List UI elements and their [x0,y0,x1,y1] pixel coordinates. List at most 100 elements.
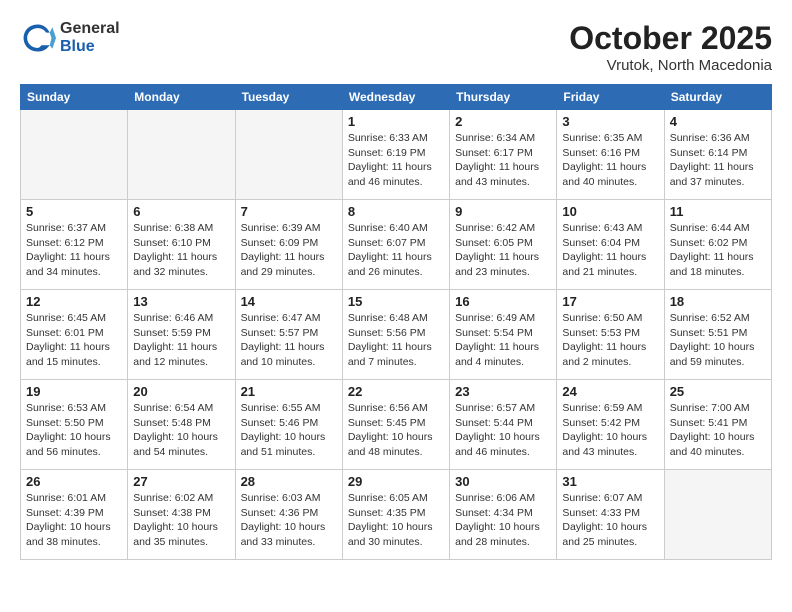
day-info: Sunrise: 6:57 AM Sunset: 5:44 PM Dayligh… [455,401,551,460]
weekday-header-sunday: Sunday [21,85,128,110]
day-cell: 25 Sunrise: 7:00 AM Sunset: 5:41 PM Dayli… [664,380,771,470]
day-info: Sunrise: 6:02 AM Sunset: 4:38 PM Dayligh… [133,491,229,550]
day-number: 4 [670,114,766,129]
title-block: October 2025 Vrutok, North Macedonia [569,20,772,74]
day-cell: 29Sunrise: 6:05 AM Sunset: 4:35 PM Dayli… [342,470,449,560]
day-info: Sunrise: 6:37 AM Sunset: 6:12 PM Dayligh… [26,221,122,280]
day-number: 7 [241,204,337,219]
day-number: 11 [670,204,766,219]
day-number: 12 [26,294,122,309]
day-info: Sunrise: 6:35 AM Sunset: 6:16 PM Dayligh… [562,131,658,190]
day-number: 14 [241,294,337,309]
day-cell: 23 Sunrise: 6:57 AM Sunset: 5:44 PM Dayli… [450,380,557,470]
day-cell: 15Sunrise: 6:48 AM Sunset: 5:56 PM Dayli… [342,290,449,380]
day-number: 10 [562,204,658,219]
week-row-4: 19Sunrise: 6:53 AM Sunset: 5:50 PM Dayli… [21,380,772,470]
day-info: Sunrise: 6:53 AM Sunset: 5:50 PM Dayligh… [26,401,122,460]
day-cell: 30Sunrise: 6:06 AM Sunset: 4:34 PM Dayli… [450,470,557,560]
day-cell: 12 Sunrise: 6:45 AM Sunset: 6:01 PM Dayli… [21,290,128,380]
day-cell: 14 Sunrise: 6:47 AM Sunset: 5:57 PM Dayli… [235,290,342,380]
day-number: 18 [670,294,766,309]
weekday-header-tuesday: Tuesday [235,85,342,110]
day-info: Sunrise: 6:33 AM Sunset: 6:19 PM Dayligh… [348,131,444,190]
day-info: Sunrise: 6:34 AM Sunset: 6:17 PM Dayligh… [455,131,551,190]
calendar-table: SundayMondayTuesdayWednesdayThursdayFrid… [20,84,772,560]
day-cell: 27Sunrise: 6:02 AM Sunset: 4:38 PM Dayli… [128,470,235,560]
day-cell: 28 Sunrise: 6:03 AM Sunset: 4:36 PM Dayli… [235,470,342,560]
day-cell: 26 Sunrise: 6:01 AM Sunset: 4:39 PM Dayli… [21,470,128,560]
day-number: 26 [26,474,122,489]
day-info: Sunrise: 6:38 AM Sunset: 6:10 PM Dayligh… [133,221,229,280]
day-cell: 9 Sunrise: 6:42 AM Sunset: 6:05 PM Daylig… [450,200,557,290]
day-number: 8 [348,204,444,219]
day-cell: 17 Sunrise: 6:50 AM Sunset: 5:53 PM Dayli… [557,290,664,380]
logo: General Blue [20,20,120,56]
day-number: 3 [562,114,658,129]
day-info: Sunrise: 6:47 AM Sunset: 5:57 PM Dayligh… [241,311,337,370]
day-number: 24 [562,384,658,399]
weekday-header-thursday: Thursday [450,85,557,110]
day-number: 23 [455,384,551,399]
day-info: Sunrise: 6:52 AM Sunset: 5:51 PM Dayligh… [670,311,766,370]
logo-text: General Blue [60,20,120,56]
day-info: Sunrise: 6:49 AM Sunset: 5:54 PM Dayligh… [455,311,551,370]
weekday-header-friday: Friday [557,85,664,110]
day-info: Sunrise: 6:05 AM Sunset: 4:35 PM Dayligh… [348,491,444,550]
day-info: Sunrise: 6:36 AM Sunset: 6:14 PM Dayligh… [670,131,766,190]
day-info: Sunrise: 6:44 AM Sunset: 6:02 PM Dayligh… [670,221,766,280]
day-number: 9 [455,204,551,219]
day-cell: 13 Sunrise: 6:46 AM Sunset: 5:59 PM Dayli… [128,290,235,380]
day-info: Sunrise: 6:43 AM Sunset: 6:04 PM Dayligh… [562,221,658,280]
day-number: 17 [562,294,658,309]
day-cell [235,110,342,200]
day-info: Sunrise: 6:45 AM Sunset: 6:01 PM Dayligh… [26,311,122,370]
month-title: October 2025 [569,20,772,57]
day-cell: 6Sunrise: 6:38 AM Sunset: 6:10 PM Daylig… [128,200,235,290]
day-number: 15 [348,294,444,309]
day-info: Sunrise: 6:50 AM Sunset: 5:53 PM Dayligh… [562,311,658,370]
day-info: Sunrise: 6:42 AM Sunset: 6:05 PM Dayligh… [455,221,551,280]
day-cell: 24 Sunrise: 6:59 AM Sunset: 5:42 PM Dayli… [557,380,664,470]
day-number: 20 [133,384,229,399]
day-cell: 16 Sunrise: 6:49 AM Sunset: 5:54 PM Dayli… [450,290,557,380]
day-info: Sunrise: 6:54 AM Sunset: 5:48 PM Dayligh… [133,401,229,460]
day-number: 21 [241,384,337,399]
day-cell [128,110,235,200]
day-cell [21,110,128,200]
week-row-2: 5 Sunrise: 6:37 AM Sunset: 6:12 PM Daylig… [21,200,772,290]
weekday-header-wednesday: Wednesday [342,85,449,110]
day-cell: 3 Sunrise: 6:35 AM Sunset: 6:16 PM Daylig… [557,110,664,200]
day-cell: 7Sunrise: 6:39 AM Sunset: 6:09 PM Daylig… [235,200,342,290]
day-info: Sunrise: 7:00 AM Sunset: 5:41 PM Dayligh… [670,401,766,460]
week-row-1: 1Sunrise: 6:33 AM Sunset: 6:19 PM Daylig… [21,110,772,200]
day-cell: 21 Sunrise: 6:55 AM Sunset: 5:46 PM Dayli… [235,380,342,470]
day-cell: 22Sunrise: 6:56 AM Sunset: 5:45 PM Dayli… [342,380,449,470]
day-cell: 20 Sunrise: 6:54 AM Sunset: 5:48 PM Dayli… [128,380,235,470]
day-info: Sunrise: 6:46 AM Sunset: 5:59 PM Dayligh… [133,311,229,370]
day-cell: 18 Sunrise: 6:52 AM Sunset: 5:51 PM Dayli… [664,290,771,380]
day-number: 31 [562,474,658,489]
day-cell: 1Sunrise: 6:33 AM Sunset: 6:19 PM Daylig… [342,110,449,200]
week-row-3: 12 Sunrise: 6:45 AM Sunset: 6:01 PM Dayli… [21,290,772,380]
day-number: 13 [133,294,229,309]
weekday-header-monday: Monday [128,85,235,110]
day-info: Sunrise: 6:03 AM Sunset: 4:36 PM Dayligh… [241,491,337,550]
day-cell: 19Sunrise: 6:53 AM Sunset: 5:50 PM Dayli… [21,380,128,470]
day-info: Sunrise: 6:59 AM Sunset: 5:42 PM Dayligh… [562,401,658,460]
day-info: Sunrise: 6:07 AM Sunset: 4:33 PM Dayligh… [562,491,658,550]
day-cell: 11 Sunrise: 6:44 AM Sunset: 6:02 PM Dayli… [664,200,771,290]
weekday-header-row: SundayMondayTuesdayWednesdayThursdayFrid… [21,85,772,110]
week-row-5: 26 Sunrise: 6:01 AM Sunset: 4:39 PM Dayli… [21,470,772,560]
day-cell: 4 Sunrise: 6:36 AM Sunset: 6:14 PM Daylig… [664,110,771,200]
day-number: 2 [455,114,551,129]
weekday-header-saturday: Saturday [664,85,771,110]
day-number: 30 [455,474,551,489]
day-number: 22 [348,384,444,399]
day-info: Sunrise: 6:01 AM Sunset: 4:39 PM Dayligh… [26,491,122,550]
day-info: Sunrise: 6:55 AM Sunset: 5:46 PM Dayligh… [241,401,337,460]
day-number: 25 [670,384,766,399]
day-number: 16 [455,294,551,309]
day-number: 5 [26,204,122,219]
day-info: Sunrise: 6:40 AM Sunset: 6:07 PM Dayligh… [348,221,444,280]
day-number: 28 [241,474,337,489]
